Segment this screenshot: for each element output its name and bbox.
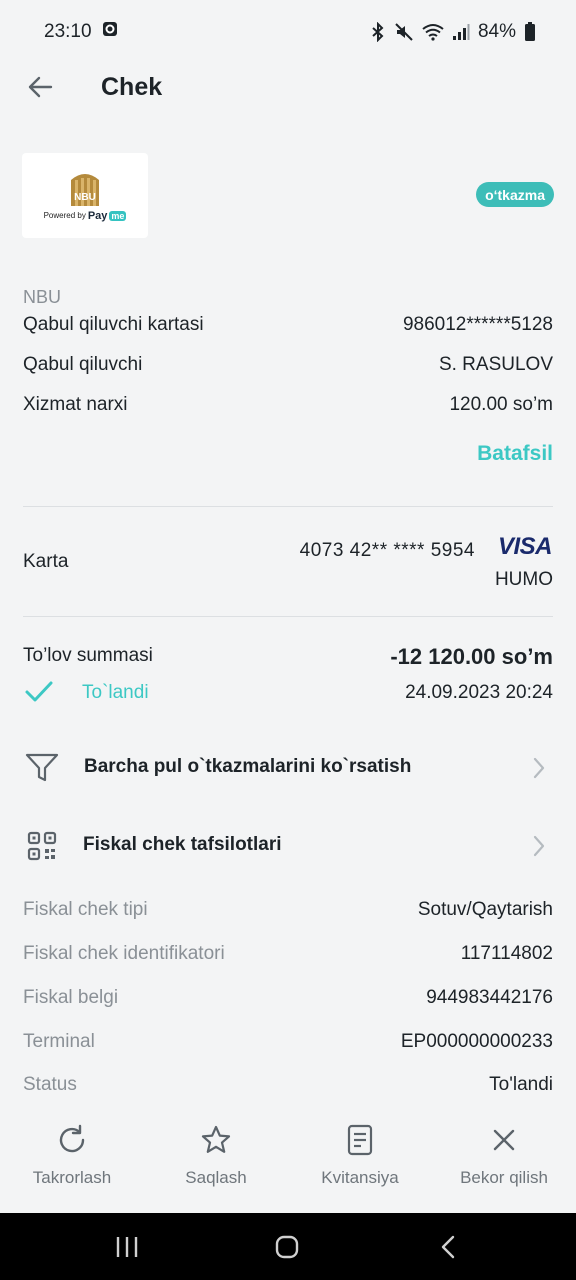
fiscal-value: Sotuv/Qaytarish: [417, 899, 553, 920]
fiscal-row-id: Fiskal chek identifikatori 117114802: [23, 943, 553, 965]
divider: [23, 616, 553, 617]
payme-pay-text: Pay: [87, 209, 108, 222]
visa-logo: VISA: [497, 533, 553, 560]
repeat-label: Takrorlash: [32, 1168, 112, 1187]
bluetooth-icon: [370, 22, 386, 42]
detail-row-service-fee: Xizmat narxi 120.00 so’m: [23, 394, 553, 416]
fiscal-value: 944983442176: [426, 987, 553, 1008]
more-details-link[interactable]: Batafsil: [477, 442, 553, 466]
fiscal-details-label: Fiskal chek tafsilotlari: [83, 834, 282, 855]
repeat-button[interactable]: Takrorlash: [0, 1122, 144, 1202]
star-icon: [200, 1122, 232, 1158]
page-title: Chek: [101, 72, 163, 101]
all-transfers-button[interactable]: Barcha pul o`tkazmalarini ko`rsatish: [0, 742, 576, 792]
home-button[interactable]: [275, 1235, 299, 1264]
chevron-right-icon: [532, 835, 546, 862]
fiscal-value: To'landi: [489, 1074, 553, 1095]
status-left: 23:10: [44, 21, 118, 43]
check-icon: [24, 678, 54, 711]
signal-icon: [452, 23, 470, 41]
detail-value: 986012******5128: [402, 314, 553, 335]
detail-value: S. RASULOV: [438, 354, 553, 375]
system-nav-bar: [0, 1213, 576, 1280]
recent-apps-icon: [116, 1237, 138, 1257]
fiscal-row-status: Status To'landi: [23, 1074, 553, 1096]
receipt-button[interactable]: Kvitansiya: [288, 1122, 432, 1202]
fiscal-label: Terminal: [23, 1031, 95, 1052]
powered-by: Powered by Pay me: [44, 210, 127, 222]
fiscal-row-sign: Fiskal belgi 944983442176: [23, 987, 553, 1009]
chevron-right-icon: [532, 757, 546, 784]
detail-row-recipient-card: Qabul qiluvchi kartasi 986012******5128: [23, 314, 553, 336]
fiscal-row-type: Fiskal chek tipi Sotuv/Qaytarish: [23, 899, 553, 921]
arrow-left-icon: [28, 76, 53, 98]
detail-label: Qabul qiluvchi kartasi: [23, 314, 204, 335]
notification-icon: [102, 21, 118, 43]
status-time: 23:10: [44, 21, 92, 42]
divider: [23, 506, 553, 507]
card-system: HUMO: [494, 569, 553, 590]
cancel-button[interactable]: Bekor qilish: [432, 1122, 576, 1202]
home-icon: [275, 1235, 299, 1259]
detail-label: Xizmat narxi: [23, 394, 128, 415]
chevron-left-icon: [441, 1235, 455, 1259]
fiscal-value: 117114802: [460, 943, 553, 964]
detail-row-recipient: Qabul qiluvchi S. RASULOV: [23, 354, 553, 376]
mute-icon: [394, 22, 414, 42]
status-bar: 23:10 84%: [0, 0, 576, 64]
nbu-logo-icon: NBU: [71, 173, 99, 206]
save-label: Saqlash: [185, 1168, 247, 1187]
wifi-icon: [422, 23, 444, 41]
detail-label: Qabul qiluvchi: [23, 354, 143, 375]
action-bar: Takrorlash Saqlash Kvitansiya Bekor qili…: [0, 1112, 576, 1212]
powered-by-text: Powered by: [43, 211, 86, 220]
transaction-type-badge: o‘tkazma: [476, 182, 554, 207]
qr-code-icon: [24, 828, 60, 864]
fiscal-details-button[interactable]: Fiskal chek tafsilotlari: [0, 820, 576, 870]
save-button[interactable]: Saqlash: [144, 1122, 288, 1202]
card-number: 4073 42** **** 5954: [299, 540, 475, 561]
all-transfers-label: Barcha pul o`tkazmalarini ko`rsatish: [84, 756, 412, 777]
merchant-name: NBU: [23, 287, 62, 307]
fiscal-label: Fiskal belgi: [23, 987, 119, 1008]
fiscal-label: Fiskal chek tipi: [23, 899, 148, 920]
payment-amount: -12 120.00 so’m: [390, 644, 553, 669]
status-right: 84%: [370, 21, 536, 43]
system-back-button[interactable]: [440, 1235, 456, 1264]
fiscal-value: EP000000000233: [400, 1031, 553, 1052]
cancel-label: Bekor qilish: [460, 1168, 548, 1187]
filter-icon: [24, 750, 60, 786]
fiscal-row-terminal: Terminal EP000000000233: [23, 1031, 553, 1053]
recent-apps-button[interactable]: [115, 1235, 139, 1264]
fiscal-label: Fiskal chek identifikatori: [23, 943, 225, 964]
payment-amount-label: To’lov summasi: [23, 645, 153, 666]
payment-status: To`landi: [82, 682, 149, 703]
card-label: Karta: [23, 551, 69, 572]
payment-datetime: 24.09.2023 20:24: [405, 682, 553, 703]
app-bar: Chek: [0, 64, 576, 110]
document-icon: [345, 1122, 375, 1158]
payme-me-text: me: [109, 210, 127, 221]
back-button[interactable]: [24, 71, 56, 103]
receipt-label: Kvitansiya: [321, 1168, 399, 1187]
fiscal-label: Status: [23, 1074, 77, 1095]
nbu-logo-text: NBU: [74, 192, 96, 203]
battery-icon: [524, 22, 536, 42]
detail-value: 120.00 so’m: [449, 394, 553, 415]
battery-level: 84%: [477, 21, 516, 42]
merchant-logo: NBU Powered by Pay me: [22, 153, 148, 238]
close-icon: [491, 1122, 517, 1158]
refresh-icon: [56, 1122, 88, 1158]
